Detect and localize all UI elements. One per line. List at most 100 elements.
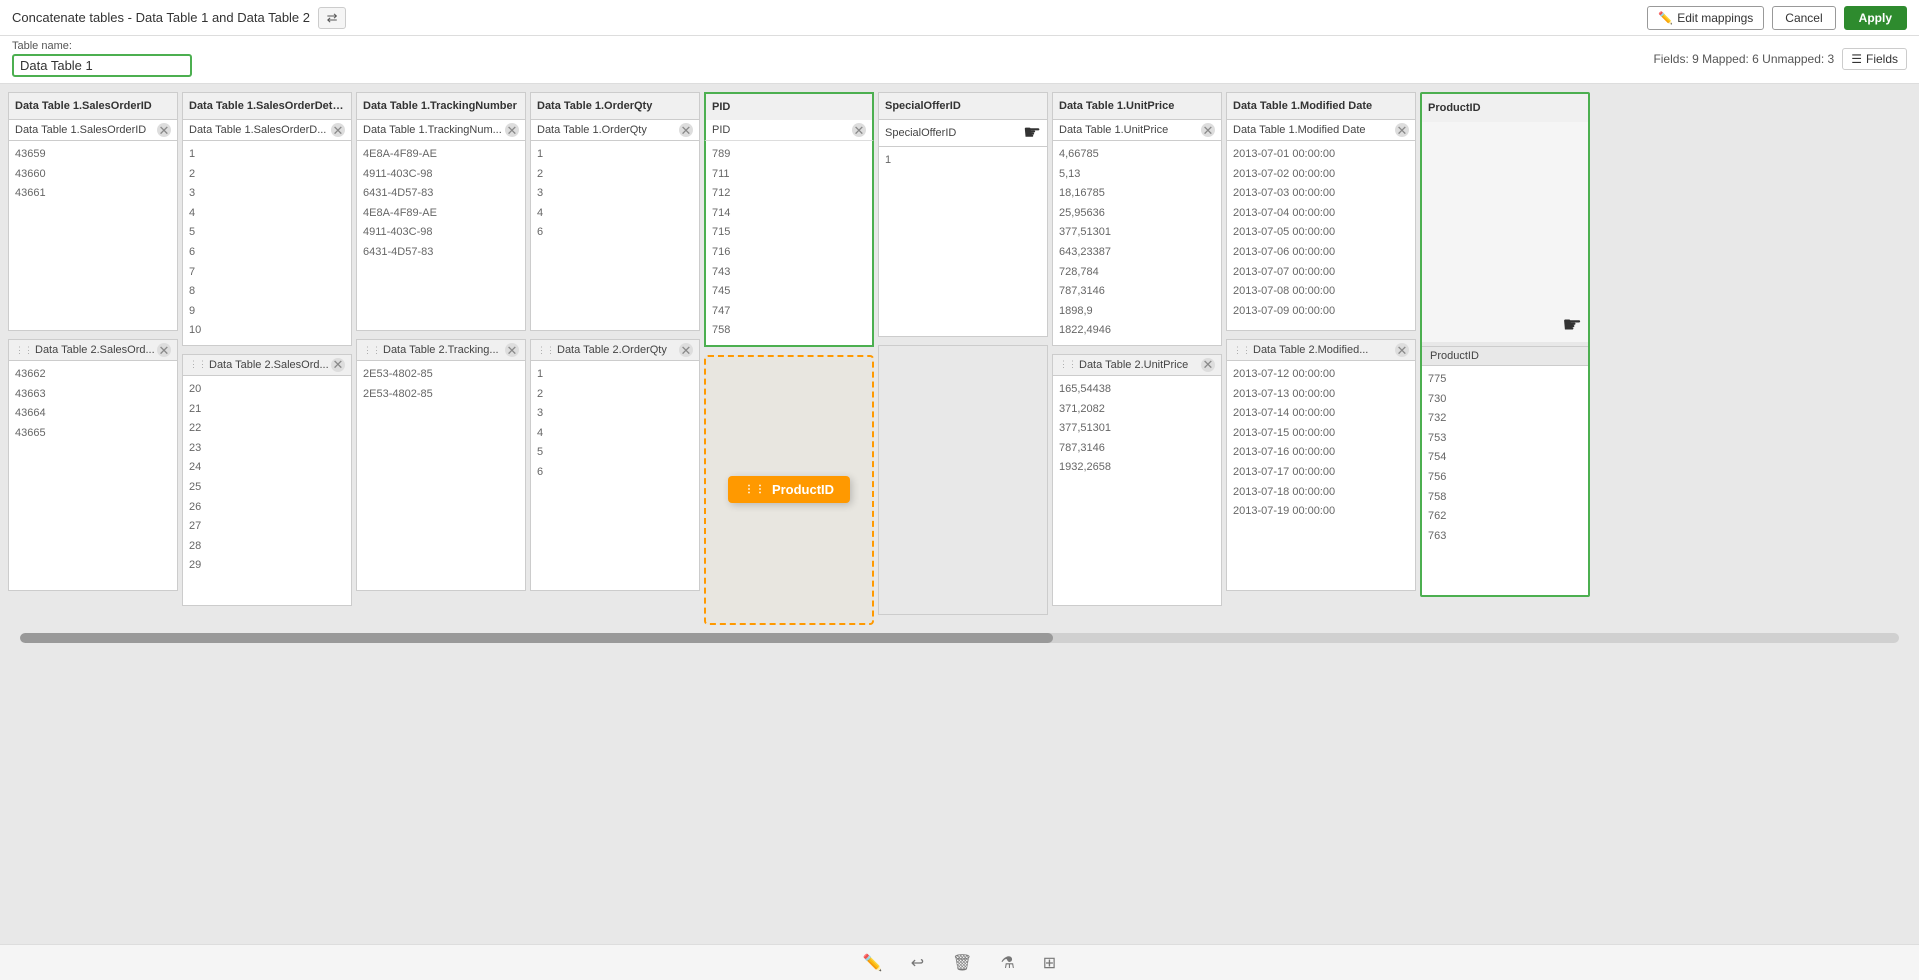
data-cell: 43663 [15, 385, 171, 405]
tablename-input[interactable] [12, 54, 192, 77]
delete-icon[interactable]: 🗑 [952, 953, 972, 973]
data-cell: 6 [189, 243, 345, 263]
swap-button[interactable]: ⇄ [318, 7, 346, 29]
data-cell: 775 [1428, 370, 1582, 390]
field-name: PID [712, 124, 852, 136]
data-cell: 5 [189, 223, 345, 243]
close-icon[interactable]: ✕ [157, 123, 171, 137]
cancel-button[interactable]: Cancel [1772, 6, 1835, 30]
field-name: Data Table 2.SalesOrd... [35, 344, 155, 356]
data-cell: 5 [537, 443, 693, 463]
pip-dots: ⋮⋮ [537, 345, 555, 356]
data-cell: 2013-07-03 00:00:00 [1233, 184, 1409, 204]
col-modifieddate: Data Table 1.Modified Date Data Table 1.… [1226, 92, 1416, 591]
data-cell: 754 [1428, 448, 1582, 468]
data-cell: 2013-07-06 00:00:00 [1233, 243, 1409, 263]
close-icon[interactable]: ✕ [679, 343, 693, 357]
data-cell: 743 [712, 263, 866, 283]
page-title: Concatenate tables - Data Table 1 and Da… [12, 10, 310, 25]
pip-dots: ⋮⋮ [15, 345, 33, 356]
data-cell: 3 [537, 184, 693, 204]
horizontal-scrollbar[interactable] [20, 633, 1899, 643]
data-cell: 43659 [15, 145, 171, 165]
data-cell: 715 [712, 223, 866, 243]
col-header-salesorderdetail[interactable]: Data Table 1.SalesOrderDeta... [182, 92, 352, 120]
data-cell: 716 [712, 243, 866, 263]
col-trackingnumber: Data Table 1.TrackingNumber Data Table 1… [356, 92, 526, 591]
fields-button[interactable]: ☰ Fields [1842, 48, 1907, 70]
data-cell: 3 [189, 184, 345, 204]
bottom-toolbar: ✏️ ↩ 🗑 ⚗ ⊞ [0, 944, 1919, 980]
data-cell: 753 [1428, 429, 1582, 449]
data-cell: 747 [712, 302, 866, 322]
drag-chip[interactable]: ⋮⋮ ProductID [728, 476, 850, 503]
data-cell: 5,13 [1059, 165, 1215, 185]
data-cell: 43665 [15, 424, 171, 444]
pencil-icon[interactable]: ✏️ [863, 953, 883, 973]
data-cell: 2E53-4802-85 [363, 385, 519, 405]
data-cell: 25,95636 [1059, 204, 1215, 224]
field-name: Data Table 1.Modified Date [1233, 124, 1395, 136]
data-cell: 2013-07-01 00:00:00 [1233, 145, 1409, 165]
pip-dots: ⋮⋮ [1233, 345, 1251, 356]
close-icon[interactable]: ✕ [1395, 123, 1409, 137]
data-cell: 763 [1428, 527, 1582, 547]
list-icon: ☰ [1851, 52, 1862, 66]
close-icon[interactable]: ✕ [1201, 358, 1215, 372]
undo-icon[interactable]: ↩ [911, 953, 924, 973]
col-header-pid[interactable]: PID [704, 92, 874, 120]
data-cell: 714 [712, 204, 866, 224]
col-header-specialofferid[interactable]: SpecialOfferID [878, 92, 1048, 120]
field-name: Data Table 1.UnitPrice [1059, 124, 1201, 136]
cursor-hand-icon-2[interactable]: ☛ [1562, 312, 1582, 338]
data-cell: 18,16785 [1059, 184, 1215, 204]
data-cell: 787,3146 [1059, 439, 1215, 459]
data-cell: 1 [189, 145, 345, 165]
cursor-hand-icon[interactable]: ☛ [1023, 123, 1041, 143]
fields-text: Fields: 9 Mapped: 6 Unmapped: 3 [1653, 52, 1834, 66]
field-name: Data Table 1.SalesOrderD... [189, 124, 331, 136]
close-icon[interactable]: ✕ [852, 123, 866, 137]
col-header-productid[interactable]: ProductID [1422, 94, 1588, 122]
data-cell: 6431-4D57-83 [363, 184, 519, 204]
col-productid: ProductID ☛ ProductID 775 730 732 753 75 [1420, 92, 1590, 597]
data-cell: 728,784 [1059, 263, 1215, 283]
edit-mappings-button[interactable]: ✏️ Edit mappings [1647, 6, 1764, 30]
data-cell: 1 [537, 145, 693, 165]
apply-button[interactable]: Apply [1844, 6, 1907, 30]
data-cell: 730 [1428, 390, 1582, 410]
close-icon[interactable]: ✕ [505, 343, 519, 357]
data-cell: 1 [537, 365, 693, 385]
data-cell: 43664 [15, 404, 171, 424]
data-cell: 2013-07-05 00:00:00 [1233, 223, 1409, 243]
data-cell: 2013-07-19 00:00:00 [1233, 502, 1409, 522]
data-cell: 25 [189, 478, 345, 498]
data-cell: 7 [189, 263, 345, 283]
close-icon[interactable]: ✕ [679, 123, 693, 137]
data-cell: 377,51301 [1059, 223, 1215, 243]
data-cell: 27 [189, 517, 345, 537]
col-salesorderdetail: Data Table 1.SalesOrderDeta... Data Tabl… [182, 92, 352, 606]
col-header-salesorderid[interactable]: Data Table 1.SalesOrderID [8, 92, 178, 120]
data-cell: 2013-07-18 00:00:00 [1233, 483, 1409, 503]
data-cell: 371,2082 [1059, 400, 1215, 420]
close-icon[interactable]: ✕ [1395, 343, 1409, 357]
filter-icon[interactable]: ⚗ [1000, 953, 1014, 973]
pip-dots: ⋮⋮ [1059, 359, 1077, 370]
scrollbar-thumb[interactable] [20, 633, 1053, 643]
close-icon[interactable]: ✕ [505, 123, 519, 137]
col-orderqty: Data Table 1.OrderQty Data Table 1.Order… [530, 92, 700, 591]
col-header-orderqty[interactable]: Data Table 1.OrderQty [530, 92, 700, 120]
data-cell: 4,66785 [1059, 145, 1215, 165]
close-icon[interactable]: ✕ [1201, 123, 1215, 137]
main-content: Data Table 1.SalesOrderID Data Table 1.S… [0, 84, 1919, 944]
grid-icon[interactable]: ⊞ [1043, 953, 1056, 973]
close-icon[interactable]: ✕ [157, 343, 171, 357]
col-header-modifieddate[interactable]: Data Table 1.Modified Date [1226, 92, 1416, 120]
col-header-trackingnumber[interactable]: Data Table 1.TrackingNumber [356, 92, 526, 120]
close-icon[interactable]: ✕ [331, 123, 345, 137]
col-header-unitprice[interactable]: Data Table 1.UnitPrice [1052, 92, 1222, 120]
close-icon[interactable]: ✕ [331, 358, 345, 372]
field-name: Data Table 2.Modified... [1253, 344, 1393, 356]
data-cell: 24 [189, 458, 345, 478]
